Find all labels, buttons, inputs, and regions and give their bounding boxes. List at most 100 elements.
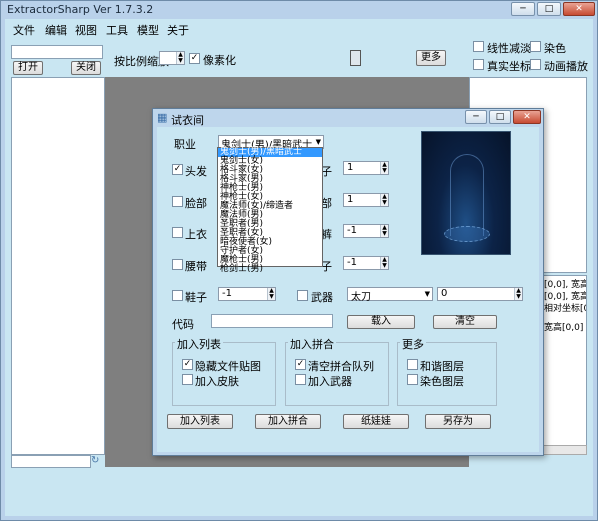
color-label: 染色 (544, 42, 566, 55)
shoes2-stepper-value: -1 (347, 257, 357, 268)
add-weapon-label: 加入武器 (308, 375, 352, 388)
code-input[interactable] (211, 314, 333, 328)
weapon-checkbox[interactable] (297, 290, 308, 301)
close-file-button[interactable]: 关闭 (71, 61, 101, 75)
more-group-title: 更多 (400, 336, 426, 352)
more-button[interactable]: 更多 (416, 50, 446, 66)
search-icon[interactable]: ↻ (91, 455, 99, 466)
weapon-select-value: 太刀 (351, 292, 371, 303)
pants-stepper[interactable]: -1 ▲ ▼ (343, 224, 389, 238)
stepper-arrows-icon[interactable]: ▲ ▼ (176, 52, 184, 64)
add-list-group-title: 加入列表 (175, 336, 223, 352)
slot-checkbox-hair[interactable]: ✓ (172, 164, 183, 175)
character-preview (421, 131, 511, 255)
job-dropdown-list[interactable]: 鬼剑士(男)/黑暗武士 鬼剑士(女) 格斗家(女) 格斗家(男) 神枪士(男) … (217, 147, 323, 274)
menu-view[interactable]: 视图 (75, 22, 97, 38)
load-button[interactable]: 载入 (347, 315, 415, 329)
add-to-merge-button[interactable]: 加入拼合 (255, 414, 321, 429)
menu-bar: 文件 编辑 视图 工具 模型 关于 (5, 19, 593, 37)
horizontal-scrollbar[interactable] (541, 445, 587, 455)
dye-layer-label: 染色图层 (420, 375, 464, 388)
window-title: ExtractorSharp Ver 1.7.3.2 (7, 3, 154, 16)
dye-layer-checkbox[interactable] (407, 374, 418, 385)
info-line: [0,0], 宽高[0 (544, 292, 586, 302)
real-coords-checkbox[interactable] (473, 59, 484, 70)
file-list[interactable] (11, 77, 105, 455)
title-bar: ExtractorSharp Ver 1.7.3.2 ─ □ ✕ (1, 1, 598, 19)
neck-stepper[interactable]: 1 ▲ ▼ (343, 193, 389, 207)
color-checkbox[interactable] (530, 41, 541, 52)
weapon-stepper-value: 0 (441, 288, 448, 299)
info-panel: [0,0], 宽高[0 [0,0], 宽高[0 相对坐标[0 宽高[0,0] (541, 275, 587, 455)
slot-checkbox-belt[interactable] (172, 259, 183, 270)
weapon-label: 武器 (311, 291, 333, 304)
job-label: 职业 (174, 138, 196, 151)
clear-merge-queue-label: 清空拼合队列 (308, 360, 374, 373)
linear-fade-label: 线性减淡 (487, 42, 531, 55)
weapon-select[interactable]: 太刀 ▼ (347, 287, 433, 303)
harmony-layer-label: 和谐图层 (420, 360, 464, 373)
dialog-maximize-button[interactable]: □ (489, 110, 511, 124)
add-merge-group-title: 加入拼合 (288, 336, 336, 352)
dressing-room-dialog: ▦ 试衣间 ─ □ ✕ 职业 鬼剑士(男)/黑暗武士 ▼ ✓ 头发 脸部 上衣 … (152, 108, 544, 456)
pants-stepper-value: -1 (347, 225, 357, 236)
neck-stepper-value: 1 (347, 194, 354, 205)
maximize-button[interactable]: □ (537, 2, 561, 16)
file-path-input[interactable] (11, 45, 103, 59)
preview-portal (450, 154, 484, 236)
stepper-arrows-icon[interactable]: ▲ ▼ (380, 225, 388, 237)
search-input[interactable] (11, 455, 91, 468)
clear-merge-queue-checkbox[interactable]: ✓ (295, 359, 306, 370)
chevron-down-icon[interactable]: ▼ (316, 138, 321, 146)
add-weapon-checkbox[interactable] (295, 374, 306, 385)
menu-edit[interactable]: 编辑 (45, 22, 67, 38)
stepper-arrows-icon[interactable]: ▲ ▼ (380, 162, 388, 174)
clear-button[interactable]: 清空 (433, 315, 497, 329)
add-skin-checkbox[interactable] (182, 374, 193, 385)
harmony-layer-checkbox[interactable] (407, 359, 418, 370)
info-line: 相对坐标[0 (544, 304, 587, 314)
open-button[interactable]: 打开 (13, 61, 43, 75)
close-window-button[interactable]: ✕ (563, 2, 595, 16)
dialog-minimize-button[interactable]: ─ (465, 110, 487, 124)
real-coords-label: 真实坐标 (487, 60, 531, 73)
pixelate-checkbox[interactable]: ✓ (189, 53, 200, 64)
menu-model[interactable]: 模型 (137, 22, 159, 38)
scale-stepper[interactable]: ▲ ▼ (159, 51, 185, 65)
slot-checkbox-coat[interactable] (172, 227, 183, 238)
slot-label-face: 脸部 (185, 197, 207, 210)
shoes2-stepper[interactable]: -1 ▲ ▼ (343, 256, 389, 270)
dropdown-option[interactable]: 枪剑士(男) (218, 265, 322, 274)
animation-checkbox[interactable] (530, 59, 541, 70)
stepper-arrows-icon[interactable]: ▲ ▼ (380, 194, 388, 206)
dialog-body: 职业 鬼剑士(男)/黑暗武士 ▼ ✓ 头发 脸部 上衣 腰带 鞋子 -1 ▲ ▼ … (157, 127, 539, 452)
slot-label-hair: 头发 (185, 165, 207, 178)
slot-checkbox-face[interactable] (172, 196, 183, 207)
minimize-button[interactable]: ─ (511, 2, 535, 16)
stepper-arrows-icon[interactable]: ▲ ▼ (380, 257, 388, 269)
slot-label-shoes: 鞋子 (185, 291, 207, 304)
menu-tools[interactable]: 工具 (106, 22, 128, 38)
dialog-close-button[interactable]: ✕ (513, 110, 541, 124)
stepper-arrows-icon[interactable]: ▲ ▼ (267, 288, 275, 300)
save-as-button[interactable]: 另存为 (425, 414, 491, 429)
shoes-stepper[interactable]: -1 ▲ ▼ (218, 287, 276, 301)
pixelate-label: 像素化 (203, 54, 236, 67)
color-swatch[interactable] (350, 50, 361, 66)
hide-texture-checkbox[interactable]: ✓ (182, 359, 193, 370)
add-merge-group: 加入拼合 ✓ 清空拼合队列 加入武器 (285, 336, 389, 406)
menu-about[interactable]: 关于 (167, 22, 189, 38)
preview-pedestal (444, 226, 490, 242)
dialog-title: 试衣间 (171, 114, 204, 127)
weapon-stepper[interactable]: 0 ▲ ▼ (437, 287, 523, 301)
code-label: 代码 (172, 318, 194, 331)
chevron-down-icon[interactable]: ▼ (425, 290, 430, 298)
stepper-arrows-icon[interactable]: ▲ ▼ (514, 288, 522, 300)
linear-fade-checkbox[interactable] (473, 41, 484, 52)
cap-stepper[interactable]: 1 ▲ ▼ (343, 161, 389, 175)
menu-file[interactable]: 文件 (13, 22, 35, 38)
paper-doll-button[interactable]: 纸娃娃 (343, 414, 409, 429)
slot-checkbox-shoes[interactable] (172, 290, 183, 301)
cap-stepper-value: 1 (347, 162, 354, 173)
add-to-list-button[interactable]: 加入列表 (167, 414, 233, 429)
